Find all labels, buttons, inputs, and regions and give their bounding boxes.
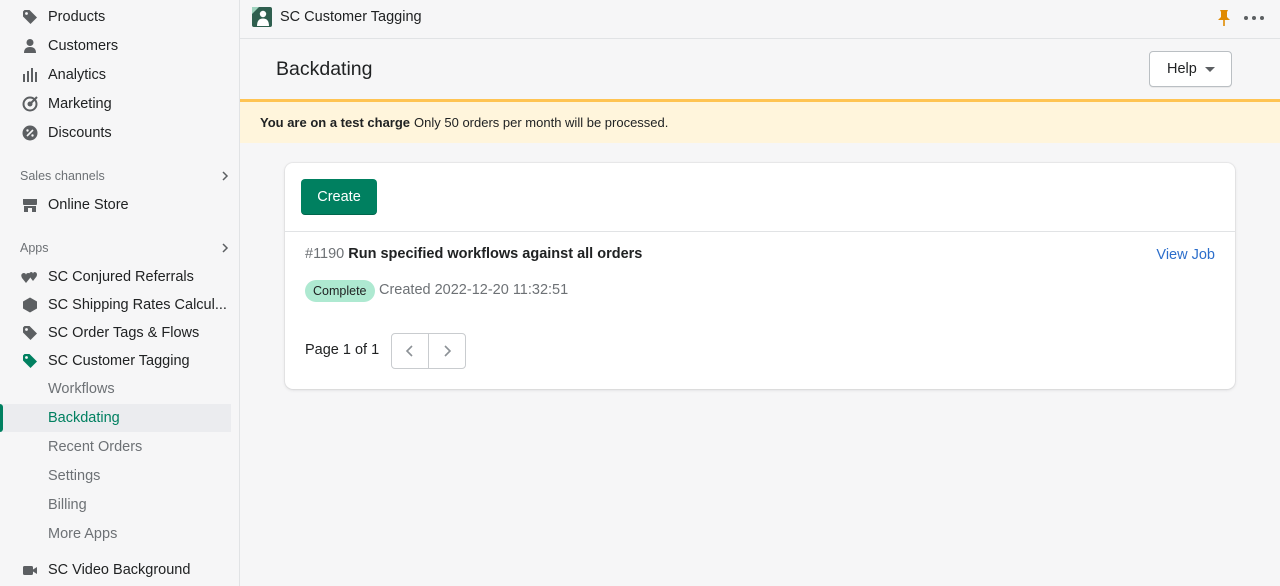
- pagination-label: Page 1 of 1: [305, 342, 380, 358]
- previous-page-button[interactable]: [391, 333, 429, 369]
- sidebar-subitem-billing[interactable]: Billing: [0, 491, 231, 519]
- sidebar-subitem-label: Recent Orders: [48, 439, 143, 455]
- bar-chart-icon: [21, 66, 39, 84]
- sidebar-item-products[interactable]: Products: [0, 3, 240, 31]
- banner-text: Only 50 orders per month will be process…: [414, 115, 669, 130]
- sidebar-item-label: SC Shipping Rates Calcul...: [48, 297, 227, 313]
- help-button[interactable]: Help: [1149, 51, 1232, 87]
- sidebar-item-label: SC Conjured Referrals: [48, 269, 194, 285]
- backdating-card: Create #1190 Run specified workflows agai…: [285, 163, 1235, 389]
- create-button[interactable]: Create: [301, 179, 377, 215]
- app-topbar: SC Customer Tagging: [240, 0, 1280, 39]
- job-created-timestamp: Created 2022-12-20 11:32:51: [379, 282, 569, 298]
- app-logo-icon: [252, 7, 272, 27]
- sidebar-subitem-more-apps[interactable]: More Apps: [0, 520, 231, 548]
- test-charge-banner: You are on a test charge Only 50 orders …: [240, 99, 1280, 143]
- help-button-label: Help: [1167, 61, 1197, 77]
- sidebar-subitem-workflows[interactable]: Workflows: [0, 375, 231, 403]
- sidebar-subitem-label: Settings: [48, 468, 101, 484]
- video-camera-icon: [21, 561, 39, 579]
- status-badge: Complete: [305, 280, 375, 302]
- apps-heading[interactable]: Apps: [20, 238, 230, 258]
- sidebar-subitem-label: Workflows: [48, 381, 115, 397]
- sidebar-item-label: Discounts: [48, 125, 112, 141]
- sidebar-item-discounts[interactable]: Discounts: [0, 119, 240, 147]
- sidebar-item-label: SC Order Tags & Flows: [48, 325, 200, 341]
- sidebar-item-label: Products: [48, 9, 106, 25]
- job-title: Run specified workflows against all orde…: [348, 246, 643, 262]
- sidebar-item-customers[interactable]: Customers: [0, 32, 240, 60]
- sidebar-item-label: SC Video Background: [48, 562, 191, 578]
- view-job-link[interactable]: View Job: [1156, 247, 1215, 263]
- sidebar-item-conjured-referrals[interactable]: SC Conjured Referrals: [0, 263, 240, 291]
- sidebar-item-marketing[interactable]: Marketing: [0, 90, 240, 118]
- hearts-icon: [21, 268, 39, 286]
- sales-channels-label: Sales channels: [20, 169, 105, 183]
- sidebar-item-label: Online Store: [48, 197, 129, 213]
- sidebar-subitem-recent-orders[interactable]: Recent Orders: [0, 433, 231, 461]
- chevron-right-icon: [222, 171, 229, 181]
- divider: [285, 231, 1235, 232]
- page-title: Backdating: [276, 58, 373, 80]
- sidebar-item-analytics[interactable]: Analytics: [0, 61, 240, 89]
- sidebar-item-online-store[interactable]: Online Store: [0, 191, 240, 219]
- sidebar-item-order-tags[interactable]: SC Order Tags & Flows: [0, 319, 240, 347]
- banner-title: You are on a test charge: [260, 115, 411, 130]
- next-page-button[interactable]: [428, 333, 466, 369]
- sidebar-subitem-label: Billing: [48, 497, 87, 513]
- chevron-left-icon: [405, 345, 413, 357]
- job-heading: #1190 Run specified workflows against all…: [305, 246, 642, 262]
- chevron-right-icon: [444, 345, 452, 357]
- apps-label: Apps: [20, 241, 49, 255]
- sidebar-subitem-backdating[interactable]: Backdating: [0, 404, 231, 432]
- sidebar-item-video-background[interactable]: SC Video Background: [0, 556, 240, 584]
- sidebar-subitem-label: More Apps: [48, 526, 118, 542]
- sidebar-item-customer-tagging[interactable]: SC Customer Tagging: [0, 347, 240, 375]
- pagination-controls: [391, 333, 466, 369]
- caret-down-icon: [1205, 67, 1215, 72]
- tag-icon: [21, 324, 39, 342]
- sidebar-item-label: Marketing: [48, 96, 112, 112]
- target-icon: [21, 95, 39, 113]
- sidebar-item-label: SC Customer Tagging: [48, 353, 190, 369]
- box-icon: [21, 296, 39, 314]
- sidebar-item-label: Customers: [48, 38, 119, 54]
- sales-channels-heading[interactable]: Sales channels: [20, 166, 230, 186]
- sidebar: Products Customers Analytics Marketing D…: [0, 0, 240, 586]
- tag-icon: [21, 352, 39, 370]
- person-icon: [21, 37, 39, 55]
- app-title: SC Customer Tagging: [280, 9, 422, 25]
- sidebar-item-shipping-rates[interactable]: SC Shipping Rates Calcul...: [0, 291, 240, 319]
- more-actions-icon[interactable]: [1244, 9, 1264, 27]
- job-id: #1190: [305, 246, 345, 262]
- sidebar-subitem-settings[interactable]: Settings: [0, 462, 231, 490]
- tag-icon: [21, 8, 39, 26]
- sidebar-subitem-label: Backdating: [48, 410, 120, 426]
- sidebar-item-label: Analytics: [48, 67, 107, 83]
- store-icon: [21, 196, 39, 214]
- discount-icon: [21, 124, 39, 142]
- chevron-right-icon: [222, 243, 229, 253]
- pin-icon[interactable]: [1217, 9, 1231, 27]
